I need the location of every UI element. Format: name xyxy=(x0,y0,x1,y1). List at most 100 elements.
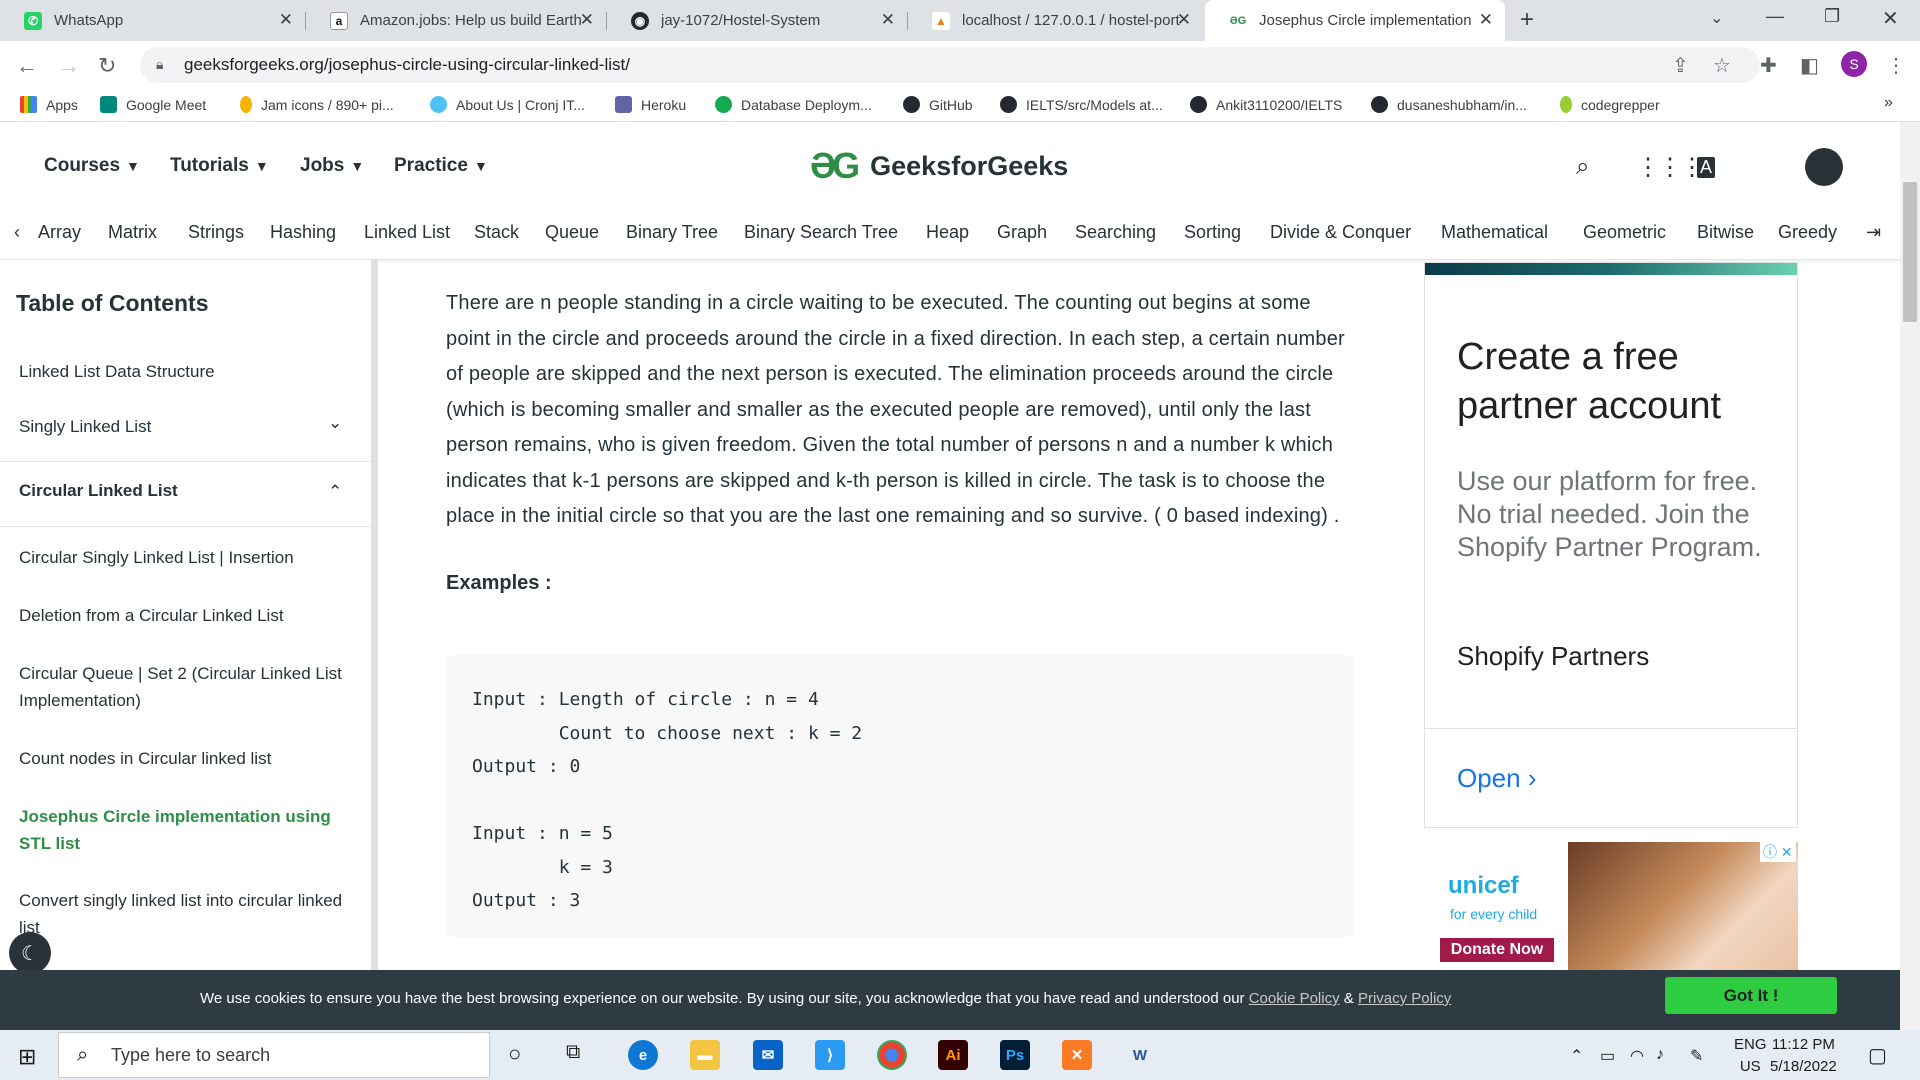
bookmark-star-icon[interactable]: ☆ xyxy=(1713,53,1731,78)
topic-greedy[interactable]: Greedy xyxy=(1778,222,1837,243)
tray-chevron-icon[interactable]: ⌃ xyxy=(1570,1046,1583,1066)
bookmark-google-meet[interactable]: Google Meet xyxy=(100,96,206,113)
profile-avatar[interactable]: S xyxy=(1841,51,1867,77)
toc-item-count-nodes[interactable]: Count nodes in Circular linked list xyxy=(19,745,354,772)
task-view-icon[interactable]: ⧉ xyxy=(566,1041,580,1064)
close-tab-icon[interactable]: ✕ xyxy=(580,10,594,30)
gfg-logo[interactable]: ƏG GeeksforGeeks xyxy=(810,145,1068,187)
share-icon[interactable]: ⇪ xyxy=(1672,53,1689,78)
photoshop-icon[interactable]: Ps xyxy=(1000,1040,1030,1070)
bookmark-apps[interactable]: Apps xyxy=(20,96,78,113)
more-bookmarks-icon[interactable]: » xyxy=(1884,94,1893,112)
menu-kebab-icon[interactable]: ⋮ xyxy=(1886,53,1906,78)
chevron-down-icon[interactable]: ⌄ xyxy=(328,413,342,433)
chevron-up-icon[interactable]: ⌃ xyxy=(328,482,342,502)
user-avatar[interactable] xyxy=(1805,148,1843,186)
bookmark-database-deployment[interactable]: Database Deploym... xyxy=(715,96,872,113)
bookmark-ankit-ielts[interactable]: Ankit3110200/IELTS xyxy=(1190,96,1342,113)
word-icon[interactable]: W xyxy=(1125,1040,1155,1070)
topic-binary-tree[interactable]: Binary Tree xyxy=(626,222,718,243)
toc-item-josephus-current[interactable]: Josephus Circle implementation using STL… xyxy=(19,803,354,857)
topic-geometric[interactable]: Geometric xyxy=(1583,222,1666,243)
search-icon[interactable]: ⌕ xyxy=(1576,153,1589,181)
bookmark-jam-icons[interactable]: Jam icons / 890+ pi... xyxy=(240,96,394,113)
tab-amazon-jobs[interactable]: a Amazon.jobs: Help us build Earth ✕ xyxy=(306,0,606,41)
topic-hashing[interactable]: Hashing xyxy=(270,222,336,243)
topic-array[interactable]: Array xyxy=(38,222,81,243)
dark-mode-toggle[interactable]: ☾ xyxy=(9,932,51,974)
scroll-right-chevron-icon[interactable]: ⇥ xyxy=(1866,222,1881,243)
mail-icon[interactable]: ✉ xyxy=(753,1040,783,1070)
bookmark-github[interactable]: GitHub xyxy=(903,96,973,113)
bookmark-ielts-models[interactable]: IELTS/src/Models at... xyxy=(1000,96,1163,113)
address-bar[interactable]: 🔒︎ geeksforgeeks.org/josephus-circle-usi… xyxy=(140,47,1760,83)
extensions-icon[interactable]: ✚ xyxy=(1760,53,1777,78)
edge-icon[interactable]: e xyxy=(628,1040,658,1070)
language-indicator[interactable]: ENG US xyxy=(1734,1034,1767,1078)
toc-item-deletion-circular[interactable]: Deletion from a Circular Linked List xyxy=(19,602,354,629)
scrollbar-thumb[interactable] xyxy=(1903,182,1917,322)
nav-tutorials[interactable]: Tutorials ▼ xyxy=(170,155,269,177)
ad-close-icon[interactable]: ⓘ ✕ xyxy=(1760,842,1796,862)
new-tab-icon[interactable]: + xyxy=(1520,6,1534,34)
close-tab-icon[interactable]: ✕ xyxy=(881,10,895,30)
toc-item-linked-list-data-structure[interactable]: Linked List Data Structure xyxy=(19,358,354,385)
topic-binary-search-tree[interactable]: Binary Search Tree xyxy=(744,222,898,243)
tab-search-chevron-icon[interactable]: ⌄ xyxy=(1710,8,1723,28)
tab-github-hostel[interactable]: ◉ jay-1072/Hostel-System ✕ xyxy=(607,0,907,41)
toc-item-singly-linked-list[interactable]: Singly Linked List xyxy=(19,413,354,440)
got-it-button[interactable]: Got It ! xyxy=(1665,977,1837,1014)
unicef-ad[interactable]: unicef for every child Donate Now xyxy=(1424,842,1798,970)
topic-mathematical[interactable]: Mathematical xyxy=(1441,222,1548,243)
close-window-icon[interactable]: ✕ xyxy=(1882,6,1899,31)
tab-whatsapp[interactable]: ✆ WhatsApp ✕ xyxy=(0,0,305,41)
battery-icon[interactable]: ▭ xyxy=(1600,1046,1615,1066)
topic-queue[interactable]: Queue xyxy=(545,222,599,243)
tab-phpmyadmin[interactable]: ▲ localhost / 127.0.0.1 / hostel-port ✕ xyxy=(908,0,1203,41)
side-panel-icon[interactable]: ◧ xyxy=(1800,53,1819,78)
cookie-policy-link[interactable]: Cookie Policy xyxy=(1249,990,1340,1007)
illustrator-icon[interactable]: Ai xyxy=(938,1040,968,1070)
nav-practice[interactable]: Practice ▼ xyxy=(394,155,488,177)
toc-item-circular-queue[interactable]: Circular Queue | Set 2 (Circular Linked … xyxy=(19,660,354,714)
taskbar-search-box[interactable]: ⌕ Type here to search xyxy=(58,1032,490,1078)
minimize-icon[interactable]: — xyxy=(1766,6,1784,27)
xampp-icon[interactable]: ✕ xyxy=(1062,1040,1092,1070)
nav-courses[interactable]: Courses ▼ xyxy=(44,155,140,177)
nav-jobs[interactable]: Jobs ▼ xyxy=(300,155,364,177)
apps-grid-icon[interactable]: ⋮⋮⋮ xyxy=(1636,153,1704,182)
donate-now-button[interactable]: Donate Now xyxy=(1440,938,1554,962)
translate-icon[interactable]: A xyxy=(1697,157,1716,178)
ad-open-button[interactable]: Open › xyxy=(1457,763,1537,794)
vscode-icon[interactable]: ⟩ xyxy=(815,1040,845,1070)
topic-sorting[interactable]: Sorting xyxy=(1184,222,1241,243)
forward-icon[interactable]: → xyxy=(58,53,80,79)
windows-start-icon[interactable]: ⊞ xyxy=(18,1044,36,1070)
bookmark-cronj[interactable]: About Us | Cronj IT... xyxy=(430,96,585,113)
tab-josephus-active[interactable]: ƏG Josephus Circle implementation ✕ xyxy=(1205,0,1505,41)
bookmark-heroku[interactable]: Heroku xyxy=(615,96,686,113)
back-icon[interactable]: ← xyxy=(16,53,38,79)
toc-item-circular-linked-list[interactable]: Circular Linked List xyxy=(19,477,354,504)
notifications-icon[interactable]: ▢ xyxy=(1868,1043,1887,1068)
restore-icon[interactable]: ❐ xyxy=(1824,6,1840,27)
shopify-ad[interactable]: Create a free partner account Use our pl… xyxy=(1424,262,1798,828)
topic-searching[interactable]: Searching xyxy=(1075,222,1156,243)
system-clock[interactable]: 11:12 PM 5/18/2022 xyxy=(1770,1034,1837,1078)
topic-divide-conquer[interactable]: Divide & Conquer xyxy=(1270,222,1411,243)
toc-item-convert-singly-to-circular[interactable]: Convert singly linked list into circular… xyxy=(19,887,354,941)
topic-strings[interactable]: Strings xyxy=(188,222,244,243)
bookmark-codegrepper[interactable]: codegrepper xyxy=(1560,96,1660,113)
scroll-left-chevron-icon[interactable]: ‹ xyxy=(14,222,20,243)
toc-item-circular-singly-insertion[interactable]: Circular Singly Linked List | Insertion xyxy=(19,544,354,571)
topic-graph[interactable]: Graph xyxy=(997,222,1047,243)
topic-heap[interactable]: Heap xyxy=(926,222,969,243)
close-tab-icon[interactable]: ✕ xyxy=(1177,10,1191,30)
topic-stack[interactable]: Stack xyxy=(474,222,519,243)
file-explorer-icon[interactable]: ▬ xyxy=(690,1040,720,1070)
wifi-icon[interactable]: ◠ xyxy=(1630,1046,1644,1066)
bookmark-dusaneshubham[interactable]: dusaneshubham/in... xyxy=(1371,96,1527,113)
topic-linked-list[interactable]: Linked List xyxy=(364,222,450,243)
pen-icon[interactable]: ✎ xyxy=(1690,1046,1703,1066)
topic-matrix[interactable]: Matrix xyxy=(108,222,157,243)
